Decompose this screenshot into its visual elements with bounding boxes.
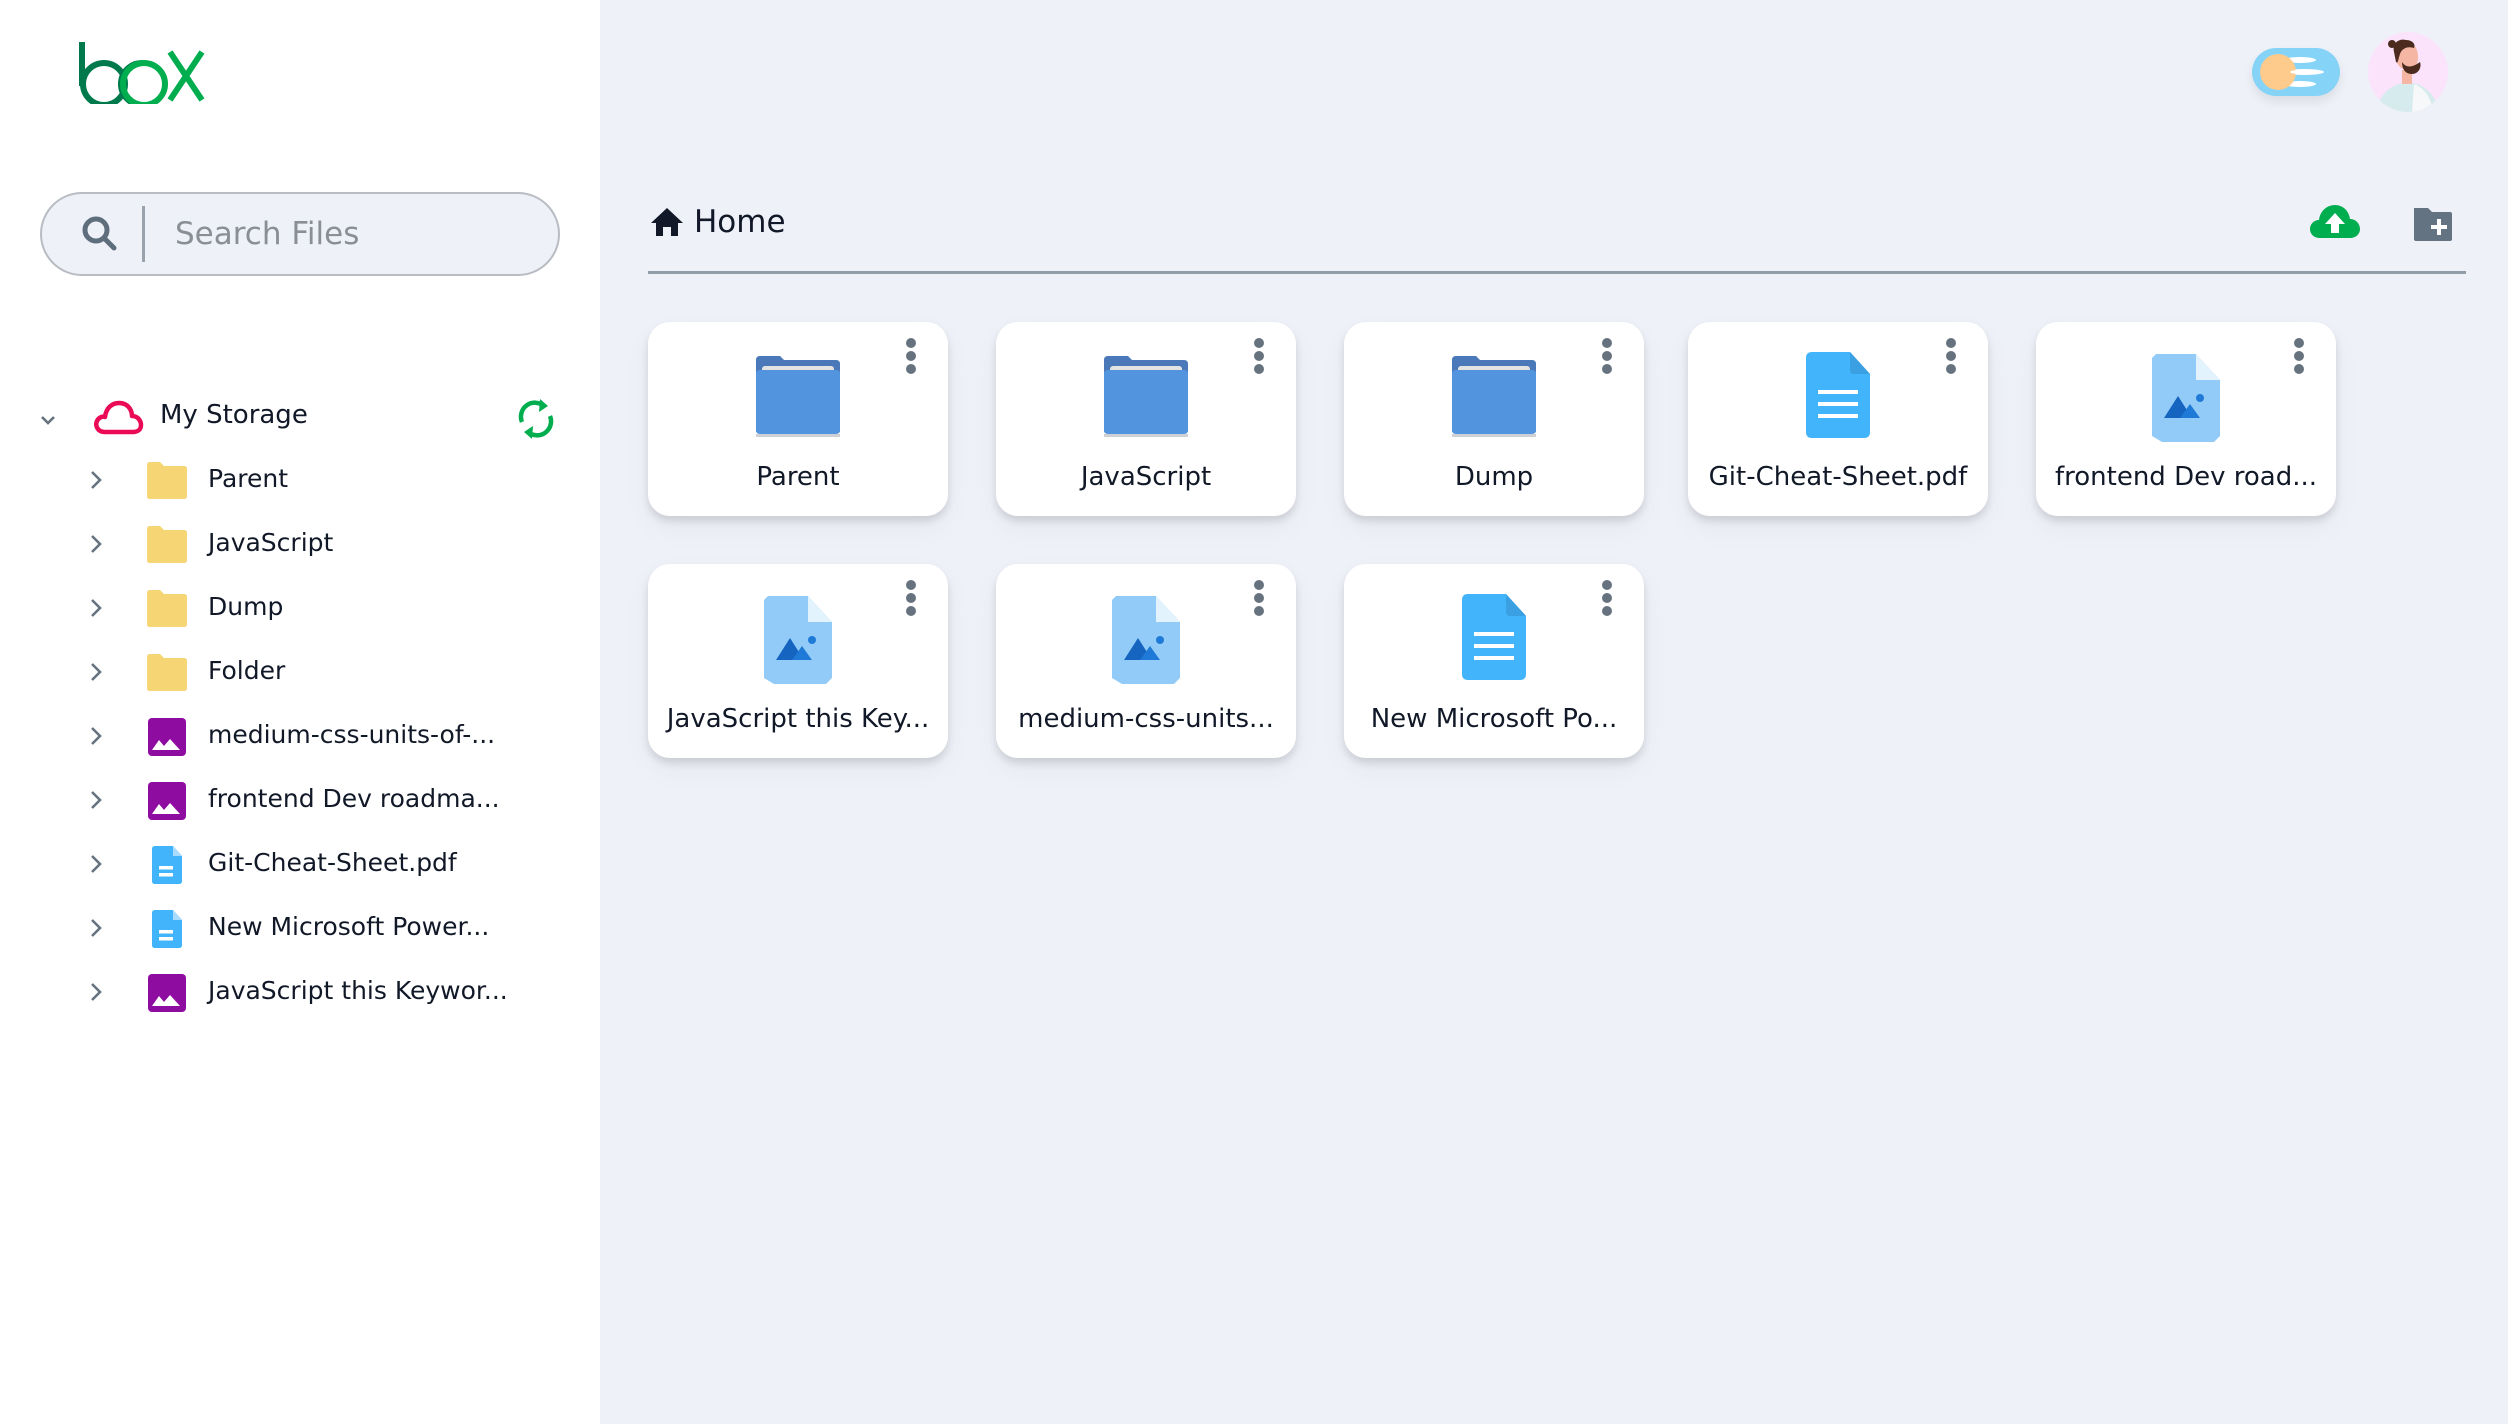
file-card-name: New Microsoft Po...	[1370, 704, 1618, 734]
more-options-icon[interactable]	[1944, 338, 1958, 374]
tree-item-label: Dump	[208, 592, 284, 621]
tree-item-label: frontend Dev roadma...	[208, 784, 500, 813]
image-icon	[146, 718, 188, 756]
tree-item-label: New Microsoft Power...	[208, 912, 490, 941]
more-options-icon[interactable]	[904, 338, 918, 374]
tree-item[interactable]: frontend Dev roadma...	[0, 768, 600, 832]
more-options-icon[interactable]	[904, 580, 918, 616]
document-icon	[146, 846, 188, 884]
more-options-icon[interactable]	[1600, 338, 1614, 374]
file-card[interactable]: medium-css-units...	[996, 564, 1296, 758]
sync-icon[interactable]	[514, 396, 558, 442]
search-input[interactable]	[175, 216, 535, 252]
search-divider	[142, 206, 145, 262]
breadcrumb-home[interactable]: Home	[694, 204, 786, 240]
tree-item[interactable]: JavaScript	[0, 512, 600, 576]
chevron-right-icon[interactable]	[84, 850, 108, 878]
more-options-icon[interactable]	[1252, 580, 1266, 616]
new-folder-icon[interactable]	[2412, 206, 2454, 242]
tree-item-label: Parent	[208, 464, 289, 493]
file-card[interactable]: JavaScript	[996, 322, 1296, 516]
image-icon	[146, 974, 188, 1012]
document-icon	[1790, 348, 1886, 444]
upload-icon[interactable]	[2310, 204, 2360, 240]
tree-item-label: JavaScript	[208, 528, 334, 557]
chevron-right-icon[interactable]	[84, 594, 108, 622]
file-card-name: Git-Cheat-Sheet.pdf	[1708, 462, 1968, 492]
tree-item[interactable]: JavaScript this Keywor...	[0, 960, 600, 1024]
box-logo[interactable]	[78, 40, 208, 108]
chevron-right-icon[interactable]	[84, 722, 108, 750]
cloud-icon	[94, 400, 144, 435]
file-card-name: JavaScript this Key...	[666, 704, 930, 734]
more-options-icon[interactable]	[1252, 338, 1266, 374]
tree-root-my-storage[interactable]: My Storage	[0, 388, 600, 448]
theme-toggle[interactable]	[2252, 48, 2340, 96]
chevron-right-icon[interactable]	[84, 658, 108, 686]
file-card[interactable]: New Microsoft Po...	[1344, 564, 1644, 758]
folder-icon	[1098, 348, 1194, 444]
user-avatar[interactable]	[2368, 32, 2448, 112]
tree-item-label: medium-css-units-of-...	[208, 720, 496, 749]
sidebar: My Storage Parent JavaScript Dump Folder med…	[0, 0, 600, 1424]
folder-icon	[146, 462, 188, 500]
home-icon[interactable]	[650, 206, 684, 238]
search-bar[interactable]	[40, 192, 560, 276]
chevron-right-icon[interactable]	[84, 530, 108, 558]
more-options-icon[interactable]	[2292, 338, 2306, 374]
tree-item[interactable]: New Microsoft Power...	[0, 896, 600, 960]
file-card[interactable]: Dump	[1344, 322, 1644, 516]
breadcrumb: Home	[650, 204, 786, 240]
file-card-name: Parent	[756, 462, 840, 492]
tree-item[interactable]: Parent	[0, 448, 600, 512]
tree-item[interactable]: Git-Cheat-Sheet.pdf	[0, 832, 600, 896]
chevron-right-icon[interactable]	[84, 786, 108, 814]
header-divider	[648, 271, 2466, 274]
my-storage-label: My Storage	[160, 400, 308, 430]
folder-icon	[146, 590, 188, 628]
file-card[interactable]: Parent	[648, 322, 948, 516]
file-card-name: medium-css-units...	[1018, 704, 1274, 734]
chevron-right-icon[interactable]	[84, 914, 108, 942]
tree-item-label: Git-Cheat-Sheet.pdf	[208, 848, 457, 877]
folder-icon	[750, 348, 846, 444]
image-icon	[750, 590, 846, 686]
document-icon	[146, 910, 188, 948]
tree-item-label: JavaScript this Keywor...	[208, 976, 508, 1005]
folder-icon	[1446, 348, 1542, 444]
tree-item[interactable]: Dump	[0, 576, 600, 640]
file-card-name: Dump	[1454, 462, 1534, 492]
search-icon	[82, 216, 117, 251]
file-card[interactable]: JavaScript this Key...	[648, 564, 948, 758]
image-icon	[1098, 590, 1194, 686]
chevron-right-icon[interactable]	[84, 466, 108, 494]
tree-item-label: Folder	[208, 656, 286, 685]
tree-item[interactable]: medium-css-units-of-...	[0, 704, 600, 768]
chevron-down-icon[interactable]	[36, 408, 60, 432]
file-card-name: JavaScript	[1080, 462, 1212, 492]
folder-icon	[146, 526, 188, 564]
file-card[interactable]: frontend Dev road...	[2036, 322, 2336, 516]
storage-tree: My Storage Parent JavaScript Dump Folder med…	[0, 388, 600, 1024]
tree-item[interactable]: Folder	[0, 640, 600, 704]
file-card-name: frontend Dev road...	[2054, 462, 2318, 492]
document-icon	[1446, 590, 1542, 686]
folder-icon	[146, 654, 188, 692]
image-icon	[146, 782, 188, 820]
more-options-icon[interactable]	[1600, 580, 1614, 616]
chevron-right-icon[interactable]	[84, 978, 108, 1006]
image-icon	[2138, 348, 2234, 444]
file-card[interactable]: Git-Cheat-Sheet.pdf	[1688, 322, 1988, 516]
